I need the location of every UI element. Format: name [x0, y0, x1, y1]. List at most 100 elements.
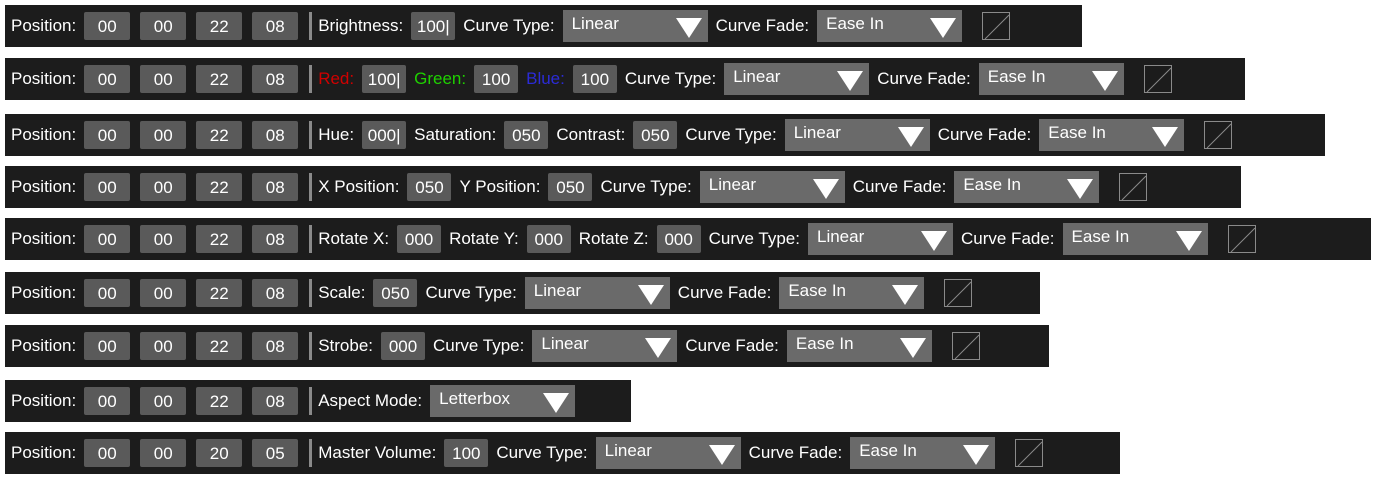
- separator: [309, 225, 313, 253]
- linear-curve-icon[interactable]: [1143, 65, 1172, 93]
- linear-curve-icon[interactable]: [1015, 439, 1044, 467]
- position-minutes-field[interactable]: 00: [140, 387, 187, 415]
- curve-type-value: Linear: [541, 334, 589, 353]
- strobe-label: Strobe:: [318, 336, 374, 355]
- linear-curve-icon[interactable]: [944, 279, 973, 307]
- master-volume-field[interactable]: 100: [444, 439, 489, 467]
- red-field[interactable]: 100|: [362, 65, 407, 93]
- position-frames-field[interactable]: 08: [252, 279, 299, 307]
- curve-type-dropdown[interactable]: Linear: [784, 119, 930, 151]
- position-minutes-field[interactable]: 00: [140, 173, 187, 201]
- position-seconds-field[interactable]: 22: [196, 65, 243, 93]
- curve-fade-dropdown[interactable]: Ease In: [1062, 223, 1208, 255]
- curve-fade-dropdown[interactable]: Ease In: [954, 171, 1100, 203]
- position-frames-field[interactable]: 08: [252, 65, 299, 93]
- y-position-field[interactable]: 050: [548, 173, 593, 201]
- dropdown-arrow-icon: [899, 338, 926, 358]
- rotate-z-field[interactable]: 000: [656, 225, 701, 253]
- position-hours-field[interactable]: 00: [84, 12, 131, 40]
- separator: [309, 173, 313, 201]
- position-hours-field[interactable]: 00: [84, 387, 131, 415]
- position-frames-field[interactable]: 08: [252, 12, 299, 40]
- curve-fade-dropdown[interactable]: Ease In: [978, 63, 1124, 95]
- position-frames-field[interactable]: 05: [252, 439, 299, 467]
- rotate-y-field[interactable]: 000: [526, 225, 571, 253]
- position-frames-field[interactable]: 08: [252, 332, 299, 360]
- position-minutes-field[interactable]: 00: [140, 12, 187, 40]
- position-label: Position:: [11, 69, 77, 88]
- position-seconds-field[interactable]: 22: [196, 332, 243, 360]
- curve-fade-label: Curve Fade:: [715, 16, 810, 35]
- strobe-field[interactable]: 000: [381, 332, 426, 360]
- curve-type-dropdown[interactable]: Linear: [562, 10, 708, 42]
- x-position-label: X Position:: [318, 177, 400, 196]
- separator: [309, 439, 313, 467]
- position-frames-field[interactable]: 08: [252, 121, 299, 149]
- curve-type-dropdown[interactable]: Linear: [524, 277, 670, 309]
- position-minutes-field[interactable]: 00: [140, 332, 187, 360]
- linear-curve-icon[interactable]: [982, 12, 1011, 40]
- position-seconds-field[interactable]: 22: [196, 387, 243, 415]
- position-frames-field[interactable]: 08: [252, 387, 299, 415]
- position-hours-field[interactable]: 00: [84, 279, 131, 307]
- position-seconds-field[interactable]: 22: [196, 12, 243, 40]
- saturation-label: Saturation:: [414, 125, 497, 144]
- green-field[interactable]: 100: [474, 65, 519, 93]
- curve-fade-label: Curve Fade:: [877, 69, 971, 88]
- saturation-field[interactable]: 050: [504, 121, 549, 149]
- x-position-field[interactable]: 050: [407, 173, 452, 201]
- curve-type-dropdown[interactable]: Linear: [595, 437, 741, 469]
- curve-type-dropdown[interactable]: Linear: [807, 223, 953, 255]
- curve-fade-dropdown[interactable]: Ease In: [817, 10, 963, 42]
- position-minutes-field[interactable]: 00: [140, 121, 187, 149]
- position-label: Position:: [11, 391, 77, 410]
- curve-fade-dropdown[interactable]: Ease In: [1039, 119, 1185, 151]
- curve-fade-label: Curve Fade:: [937, 125, 1032, 144]
- curve-type-label: Curve Type:: [496, 443, 588, 462]
- linear-curve-icon[interactable]: [951, 332, 980, 360]
- position-frames-field[interactable]: 08: [252, 225, 299, 253]
- curve-fade-dropdown[interactable]: Ease In: [850, 437, 996, 469]
- position-seconds-field[interactable]: 22: [196, 279, 243, 307]
- position-hours-field[interactable]: 00: [84, 65, 131, 93]
- curve-fade-dropdown[interactable]: Ease In: [779, 277, 925, 309]
- position-frames-field[interactable]: 08: [252, 173, 299, 201]
- linear-curve-icon[interactable]: [1119, 173, 1148, 201]
- position-seconds-field[interactable]: 22: [196, 173, 243, 201]
- position-hours-field[interactable]: 00: [84, 439, 131, 467]
- linear-curve-icon[interactable]: [1227, 225, 1256, 253]
- position-hours-field[interactable]: 00: [84, 121, 131, 149]
- brightness-field[interactable]: 100|: [411, 12, 456, 40]
- position-minutes-field[interactable]: 00: [140, 225, 187, 253]
- curve-type-dropdown[interactable]: Linear: [532, 330, 678, 362]
- dropdown-arrow-icon: [543, 393, 570, 413]
- curve-type-value: Linear: [604, 441, 652, 460]
- dropdown-arrow-icon: [892, 285, 919, 305]
- rotate-row: Position: 00 00 22 08 Rotate X: 000 Rota…: [5, 218, 1371, 260]
- hue-field[interactable]: 000|: [362, 121, 407, 149]
- curve-type-dropdown[interactable]: Linear: [699, 171, 845, 203]
- blue-field[interactable]: 100: [572, 65, 617, 93]
- position-seconds-field[interactable]: 20: [196, 439, 243, 467]
- xy-position-row: Position: 00 00 22 08 X Position: 050 Y …: [5, 166, 1241, 208]
- rotate-x-field[interactable]: 000: [397, 225, 442, 253]
- position-seconds-field[interactable]: 22: [196, 121, 243, 149]
- position-minutes-field[interactable]: 00: [140, 65, 187, 93]
- position-minutes-field[interactable]: 00: [140, 279, 187, 307]
- curve-fade-label: Curve Fade:: [685, 336, 779, 355]
- dropdown-arrow-icon: [1091, 71, 1118, 91]
- scale-field[interactable]: 050: [373, 279, 418, 307]
- brightness-label: Brightness:: [318, 16, 404, 35]
- contrast-field[interactable]: 050: [633, 121, 678, 149]
- position-minutes-field[interactable]: 00: [140, 439, 187, 467]
- position-hours-field[interactable]: 00: [84, 332, 131, 360]
- position-seconds-field[interactable]: 22: [196, 225, 243, 253]
- curve-fade-dropdown[interactable]: Ease In: [786, 330, 932, 362]
- dropdown-arrow-icon: [812, 179, 839, 199]
- linear-curve-icon[interactable]: [1204, 121, 1233, 149]
- position-hours-field[interactable]: 00: [84, 225, 131, 253]
- dropdown-arrow-icon: [637, 285, 664, 305]
- aspect-mode-dropdown[interactable]: Letterbox: [430, 385, 576, 417]
- curve-type-dropdown[interactable]: Linear: [724, 63, 870, 95]
- position-hours-field[interactable]: 00: [84, 173, 131, 201]
